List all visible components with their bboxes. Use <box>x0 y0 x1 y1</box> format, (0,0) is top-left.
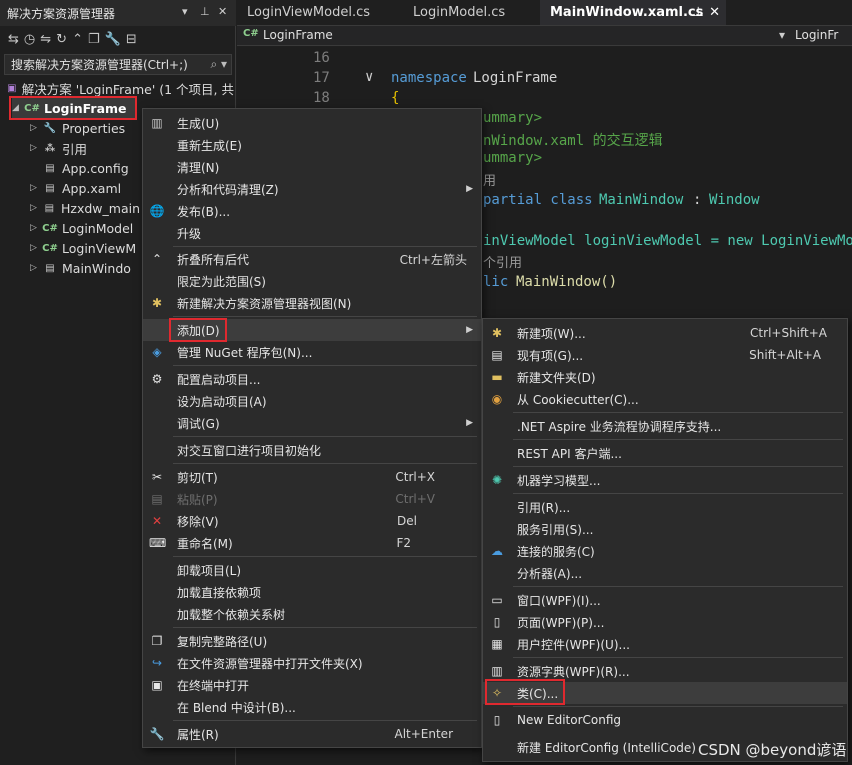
menu-usercontrol-wpf[interactable]: ▦ 用户控件(WPF)(U)... <box>483 633 847 655</box>
nav-project-dropdown[interactable]: LoginFrame <box>263 28 333 42</box>
search-input[interactable]: 搜索解决方案资源管理器(Ctrl+;) ⌕ ▾ <box>4 54 232 75</box>
tree-item-mainwindow[interactable]: ▷ ▤ MainWindo <box>30 258 140 278</box>
document-tabs: LoginViewModel.cs LoginModel.cs MainWind… <box>237 0 852 26</box>
menu-scope[interactable]: 限定为此范围(S) <box>143 270 481 292</box>
close-tab-icon[interactable]: ✕ <box>709 5 720 20</box>
close-icon[interactable]: ✕ <box>218 5 227 18</box>
menu-new-view[interactable]: ✱ 新建解决方案资源管理器视图(N) <box>143 292 481 314</box>
solution-explorer-toolbar: ⇆ ◷ ⇋ ↻ ⌃ ❐ 🔧 ⊟ <box>0 26 236 52</box>
sync-icon[interactable]: ⇆ <box>8 32 19 47</box>
menu-copy-path[interactable]: ❐ 复制完整路径(U) <box>143 630 481 652</box>
panel-dropdown-icon[interactable]: ▾ <box>182 5 188 18</box>
menu-build[interactable]: ▥ 生成(U) <box>143 112 481 134</box>
menu-window-wpf[interactable]: ▭ 窗口(WPF)(I)... <box>483 589 847 611</box>
tree-item-loginmodel[interactable]: ▷ C# LoginModel <box>30 218 140 238</box>
tree-item-properties[interactable]: ▷ 🔧 Properties <box>30 118 140 138</box>
menu-rest-api[interactable]: REST API 客户端... <box>483 442 847 464</box>
refresh-icon[interactable]: ↻ <box>56 32 67 47</box>
menu-load-tree[interactable]: 加载整个依赖关系树 <box>143 603 481 625</box>
menu-set-startup[interactable]: 设为启动项目(A) <box>143 390 481 412</box>
search-icon[interactable]: ⌕ ▾ <box>210 57 227 72</box>
menu-terminal[interactable]: ▣ 在终端中打开 <box>143 674 481 696</box>
menu-rename[interactable]: ⌨ 重命名(M) F2 <box>143 532 481 554</box>
menu-editorconfig[interactable]: ▯ New EditorConfig <box>483 709 847 731</box>
add-submenu: ✱ 新建项(W)... Ctrl+Shift+A ▤ 现有项(G)... Shift+A… <box>482 318 848 762</box>
menu-properties[interactable]: 🔧 属性(R) Alt+Enter <box>143 723 481 745</box>
menu-blend[interactable]: 在 Blend 中设计(B)... <box>143 696 481 718</box>
csharp-icon: C# <box>243 28 259 39</box>
menu-ml-model[interactable]: ✺ 机器学习模型... <box>483 469 847 491</box>
menu-publish[interactable]: 🌐 发布(B)... <box>143 200 481 222</box>
tab-loginviewmodel[interactable]: LoginViewModel.cs <box>237 0 397 25</box>
preview-icon[interactable]: ⊟ <box>126 32 137 47</box>
fold-icon: ∨ <box>365 69 374 85</box>
menu-new-folder[interactable]: ▬ 新建文件夹(D) <box>483 366 847 388</box>
pin-icon[interactable]: ⊥ <box>200 5 210 18</box>
menu-debug[interactable]: 调试(G) ▶ <box>143 412 481 434</box>
tree-item-app-config[interactable]: ▤ App.config <box>30 158 140 178</box>
menu-resource-dict[interactable]: ▥ 资源字典(WPF)(R)... <box>483 660 847 682</box>
solution-icon: ▣ <box>7 82 17 94</box>
menu-upgrade[interactable]: 升级 <box>143 222 481 244</box>
properties-icon[interactable]: 🔧 <box>105 32 121 47</box>
tab-loginmodel[interactable]: LoginModel.cs <box>403 0 533 25</box>
tree-item-references[interactable]: ▷ ⁂ 引用 <box>30 138 140 158</box>
menu-service-ref[interactable]: 服务引用(S)... <box>483 518 847 540</box>
menu-rebuild[interactable]: 重新生成(E) <box>143 134 481 156</box>
navigation-bar: C# LoginFrame ▾ LoginFr <box>237 26 852 46</box>
menu-paste: ▤ 粘贴(P) Ctrl+V <box>151 492 435 507</box>
tree-item-app-xaml[interactable]: ▷ ▤ App.xaml <box>30 178 140 198</box>
menu-clean[interactable]: 清理(N) <box>143 156 481 178</box>
menu-open-folder[interactable]: ↪ 在文件资源管理器中打开文件夹(X) <box>143 652 481 674</box>
project-context-menu: ▥ 生成(U) 重新生成(E) 清理(N) 分析和代码清理(Z) ▶ 🌐 发布(B).… <box>142 108 482 748</box>
menu-collapse[interactable]: ⌃ 折叠所有后代 Ctrl+左箭头 <box>143 248 481 270</box>
menu-unload[interactable]: 卸载项目(L) <box>143 559 481 581</box>
tab-mainwindow[interactable]: MainWindow.xaml.cs ⊥ ✕ <box>540 0 726 25</box>
solution-node[interactable]: ▣ 解决方案 'LoginFrame' (1 个项目, 共 <box>6 78 234 98</box>
menu-connected[interactable]: ☁ 连接的服务(C) <box>483 540 847 562</box>
tree-item-loginviewmodel[interactable]: ▷ C# LoginViewM <box>30 238 140 258</box>
menu-nuget[interactable]: ◈ 管理 NuGet 程序包(N)... <box>143 341 481 363</box>
switch-views-icon[interactable]: ⇋ <box>40 32 51 47</box>
menu-add[interactable]: 添加(D) ▶ <box>143 319 481 341</box>
csharp-project-icon: C# <box>24 102 40 114</box>
chevron-down-icon[interactable]: ▾ <box>779 28 785 42</box>
history-icon[interactable]: ◷ <box>24 32 35 47</box>
show-all-files-icon[interactable]: ❐ <box>88 32 100 47</box>
pin-tab-icon[interactable]: ⊥ <box>693 5 704 20</box>
menu-aspire[interactable]: .NET Aspire 业务流程协调程序支持... <box>483 415 847 437</box>
menu-analyze[interactable]: 分析和代码清理(Z) ▶ <box>143 178 481 200</box>
menu-reference[interactable]: 引用(R)... <box>483 496 847 518</box>
menu-load-direct[interactable]: 加载直接依赖项 <box>143 581 481 603</box>
panel-title: 解决方案资源管理器 <box>7 6 116 21</box>
nav-type-dropdown[interactable]: LoginFr <box>795 28 838 42</box>
tree-item-hzxdw[interactable]: ▷ ▤ Hzxdw_main <box>30 198 140 218</box>
menu-page-wpf[interactable]: ▯ 页面(WPF)(P)... <box>483 611 847 633</box>
menu-cookiecutter[interactable]: ◉ 从 Cookiecutter(C)... <box>483 388 847 410</box>
menu-class[interactable]: ✧ 类(C)... <box>483 682 847 704</box>
collapse-all-icon[interactable]: ⌃ <box>72 32 83 47</box>
watermark: CSDN @beyond谚语 <box>698 741 847 759</box>
solution-explorer-title: 解决方案资源管理器 ▾ ⊥ ✕ <box>0 0 236 26</box>
menu-remove[interactable]: ✕ 移除(V) Del <box>143 510 481 532</box>
menu-existing-item[interactable]: ▤ 现有项(G)... Shift+Alt+A <box>483 344 847 366</box>
menu-startup-config[interactable]: ⚙ 配置启动项目... <box>143 368 481 390</box>
menu-cut[interactable]: ✂ 剪切(T) Ctrl+X <box>143 466 481 488</box>
project-node[interactable]: ◢ C# LoginFrame <box>12 98 136 118</box>
menu-new-item[interactable]: ✱ 新建项(W)... Ctrl+Shift+A <box>483 322 847 344</box>
expand-icon[interactable]: ◢ <box>12 103 24 113</box>
menu-analyzer[interactable]: 分析器(A)... <box>483 562 847 584</box>
menu-interactive[interactable]: 对交互窗口进行项目初始化 <box>143 439 481 461</box>
